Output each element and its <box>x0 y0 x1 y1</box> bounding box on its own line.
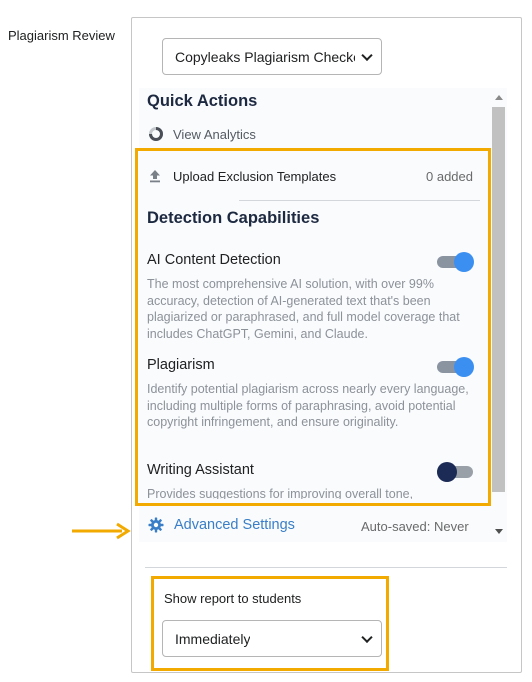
scroll-down-arrow-icon[interactable] <box>495 529 503 534</box>
chevron-down-icon <box>361 49 373 61</box>
autosave-status: Auto-saved: Never <box>361 519 469 534</box>
scroll-up-arrow-icon[interactable] <box>495 95 503 100</box>
advanced-settings-link[interactable]: Advanced Settings <box>148 517 295 533</box>
settings-scrollbar[interactable] <box>491 89 506 540</box>
advanced-settings-label: Advanced Settings <box>174 517 295 533</box>
detection-highlight-box <box>135 148 491 506</box>
plagiarism-engine-select[interactable]: Copyleaks Plagiarism Checker <box>162 38 382 75</box>
view-analytics-label: View Analytics <box>173 126 256 142</box>
plagiarism-engine-select-value: Copyleaks Plagiarism Checker <box>175 48 355 65</box>
scrollbar-thumb[interactable] <box>492 107 505 492</box>
gear-icon <box>148 517 164 533</box>
plagiarism-review-label: Plagiarism Review <box>8 28 115 43</box>
show-report-highlight-box <box>151 576 389 671</box>
view-analytics-link[interactable]: View Analytics <box>148 126 256 142</box>
arrow-right-icon <box>72 522 131 540</box>
quick-actions-heading: Quick Actions <box>147 92 258 110</box>
divider <box>145 567 507 568</box>
donut-chart-icon <box>149 127 163 141</box>
